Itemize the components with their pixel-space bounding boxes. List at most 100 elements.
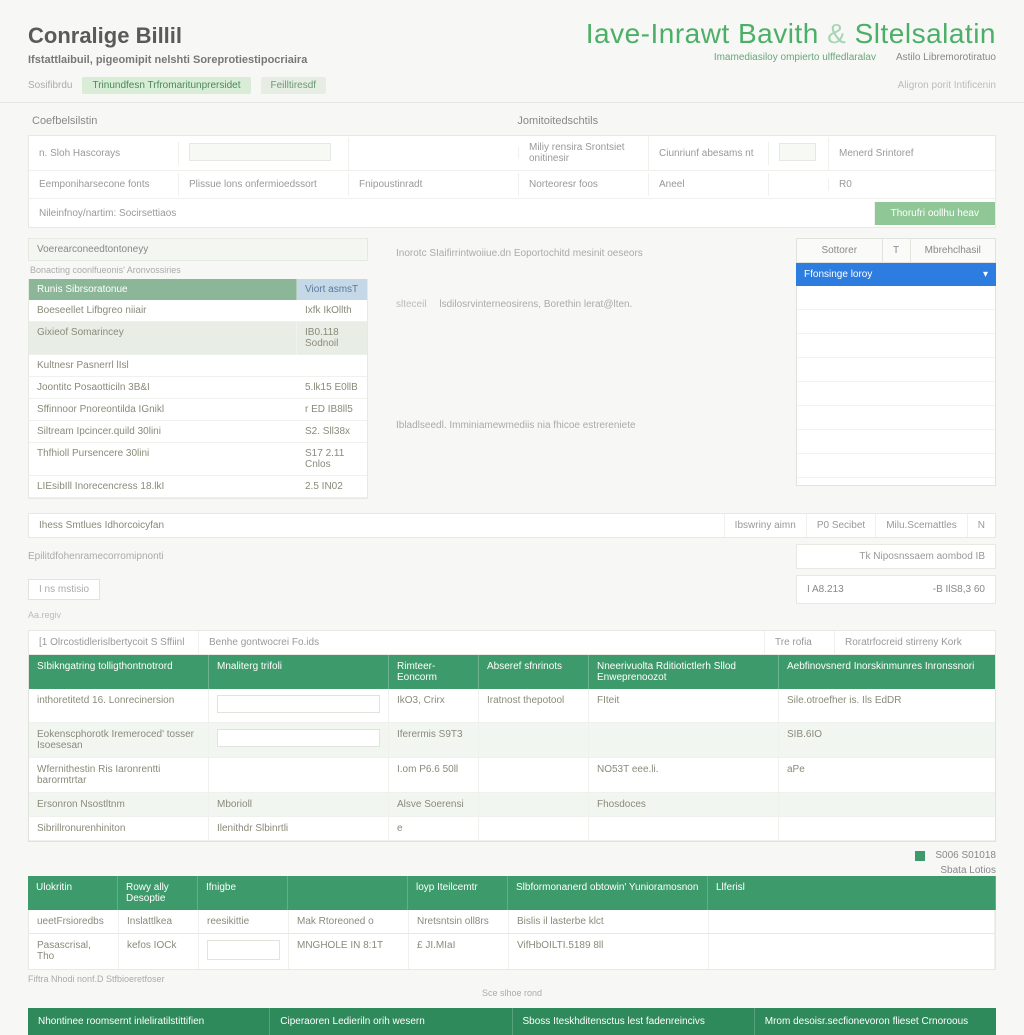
- strip-b[interactable]: Benhe gontwocrei Fo.ids: [199, 631, 765, 654]
- rp-tab-mid[interactable]: T: [883, 239, 911, 262]
- gh6: Aebfinovsnerd Inorskinmunres Inronssnori: [779, 655, 995, 689]
- detail-row-2: Pasascrisal, Tho kefos IOCk MNGHOLE IN 8…: [28, 934, 996, 970]
- dr2input[interactable]: [199, 934, 289, 969]
- subnav-b[interactable]: Astilo Libremorotiratuo: [896, 52, 996, 63]
- dr1c2: Inslattlkea: [119, 910, 199, 933]
- submit-button[interactable]: Thorufri oollhu heav: [875, 202, 995, 225]
- dr1c3: reesikittie: [199, 910, 289, 933]
- toolbar-right[interactable]: Aligron porit Intificenin: [898, 80, 996, 91]
- row-label: Sffinnoor Pnoreontilda IGnikl: [29, 399, 297, 420]
- input-r1c2[interactable]: [189, 143, 331, 161]
- table-row[interactable]: Joontitc Posaotticiln 3B&I5.lk15 E0llB: [29, 377, 367, 399]
- dh4: loyp Iteilcemtr: [408, 876, 508, 910]
- f-r1c7: Menerd Srintoref: [829, 142, 995, 165]
- main-title-sep: &: [827, 18, 846, 49]
- left-sub: Bonacting coonlfueonis' Aronvossiries: [28, 261, 368, 279]
- grid-input[interactable]: [217, 729, 380, 747]
- grid-row[interactable]: Eokenscphorotk Iremeroced' tosser Isoese…: [29, 723, 995, 758]
- bar-r1[interactable]: Ibswriny aimn: [724, 514, 806, 537]
- f-r1c2: [179, 137, 349, 170]
- center-txt1: lsdilosrvinterneosirens, Borethin lerat@…: [439, 299, 632, 310]
- legend-b: Sbata Lotios: [940, 865, 996, 876]
- center-panel: Inorotc SIaifirrintwoiiue.dn Eoportochit…: [380, 238, 784, 499]
- footer-d[interactable]: Mrom desoisr.secfionevoron flieset Crnor…: [755, 1008, 996, 1035]
- row-amount: S2. Sll38x: [297, 421, 367, 442]
- input-r1c6[interactable]: [779, 143, 816, 161]
- subbar-card2a: I A8.213: [807, 584, 844, 595]
- dh2: Rowy ally Desoptie: [118, 876, 198, 910]
- rp-tab-1[interactable]: Sottorer: [797, 239, 883, 262]
- f-r2c4: Norteoresr foos: [519, 173, 649, 196]
- strip-d[interactable]: Roratrfocreid stirreny Kork: [835, 631, 995, 654]
- rp-tab-2[interactable]: Mbrehclhasil: [911, 239, 996, 262]
- f-r2c2: Plissue lons onfermioedssort: [179, 173, 349, 196]
- chevron-down-icon: ▾: [983, 269, 988, 280]
- bar-r3[interactable]: Milu.Scemattles: [875, 514, 967, 537]
- gh3: Rimteer-Eoncorm: [389, 655, 479, 689]
- subbar-left: Epilitdfohenramecorromipnonti: [28, 551, 164, 562]
- strip: [1 Olrcostidlerislbertycoit S Sffiinl Be…: [28, 630, 996, 655]
- bar-r2[interactable]: P0 Secibet: [806, 514, 875, 537]
- rp-selected[interactable]: Ffonsinge loroy ▾: [796, 263, 996, 286]
- legend-a: S006 S01018: [935, 850, 996, 861]
- sec-label-a: Coefbelsilstin: [32, 115, 97, 127]
- f-r1c6: [769, 137, 829, 170]
- footer-a[interactable]: Nhontinee roomsernt inleliratilstittifie…: [28, 1008, 270, 1035]
- toolbar-pill-1[interactable]: Trinundfesn Trfromaritunprersidet: [82, 77, 250, 94]
- footer-b[interactable]: Ciperaoren Ledieriln orih wesern: [270, 1008, 512, 1035]
- center-note: Inorotc SIaifirrintwoiiue.dn Eoportochit…: [396, 248, 768, 259]
- grid-row[interactable]: inthoretitetd 16. LonrecinersionIkO3, Cr…: [29, 689, 995, 723]
- dr2c3: MNGHOLE IN 8:1T: [289, 934, 409, 969]
- toolbar-pill-2[interactable]: Feilltiresdf: [261, 77, 327, 94]
- grid-row[interactable]: Ersonron NsostltnmMboriollAlsve Soerensi…: [29, 793, 995, 817]
- main-grid: SIbikngatring tolligthontnotrord Mnalite…: [28, 655, 996, 842]
- toolbar-label: Sosifibrdu: [28, 80, 72, 91]
- row-amount: 2.5 IN02: [297, 476, 367, 497]
- dr2c2: kefos IOCk: [119, 934, 199, 969]
- dr2c1: Pasascrisal, Tho: [29, 934, 119, 969]
- toolbar: Sosifibrdu Trinundfesn Trfromaritunprers…: [0, 71, 1024, 103]
- left-panel-title: Voerearconeedtontoneyy: [28, 238, 368, 261]
- table-row[interactable]: Boeseellet Lifbgreo niiairIxfk IkOllth: [29, 300, 367, 322]
- center-lbl1: slteceil: [396, 299, 427, 310]
- app-title: Conralige Billil: [28, 23, 182, 49]
- row-amount: 5.lk15 E0llB: [297, 377, 367, 398]
- dr1c1: ueetFrsioredbs: [29, 910, 119, 933]
- grid-input[interactable]: [217, 695, 380, 713]
- grid-row[interactable]: SibrillronurenhinitonIlenithdr Slbinrtli…: [29, 817, 995, 841]
- bar-r4[interactable]: N: [967, 514, 995, 537]
- dr2c5: VifHbOILTI.5189 8ll: [509, 934, 709, 969]
- row-amount: [297, 355, 367, 376]
- sec-label-b: Jomitoitedschtils: [517, 115, 598, 127]
- dr1c5: Nretsntsin oll8rs: [409, 910, 509, 933]
- gh1: SIbikngatring tolligthontnotrord: [29, 655, 209, 689]
- gh5: Nneerivuolta Rditiotictlerh Sllod Enwepr…: [589, 655, 779, 689]
- table-row[interactable]: LIEsibIll Inorecencress 18.lkI2.5 IN02: [29, 476, 367, 498]
- row-label: Siltream Ipcincer.quild 30lini: [29, 421, 297, 442]
- subbar-card2b: -B IlS8,3 60: [933, 584, 985, 595]
- header: Conralige Billil Iave-Inrawt Bavith & Sl…: [0, 0, 1024, 71]
- strip-a[interactable]: [1 Olrcostidlerislbertycoit S Sffiinl: [29, 631, 199, 654]
- dr2c4: £ JI.MIaI: [409, 934, 509, 969]
- row-label: Boeseellet Lifbgreo niiair: [29, 300, 297, 321]
- dh6: Llferisl: [708, 876, 996, 910]
- row-label: Joontitc Posaotticiln 3B&I: [29, 377, 297, 398]
- dr1c6: Bislis il lasterbe klct: [509, 910, 709, 933]
- row-label: Thfhioll Pursencere 30lini: [29, 443, 297, 475]
- table-row[interactable]: Thfhioll Pursencere 30liniS17 2.11 Cnlos: [29, 443, 367, 476]
- th-amount[interactable]: Viort asmsT: [297, 279, 367, 300]
- subbar-card1: Tk Niposnssaem aombod IB: [807, 551, 985, 562]
- gh4: Abseref sfnrinots: [479, 655, 589, 689]
- subnav-a[interactable]: Imamediasiloy ompierto ulffedlaralav: [714, 52, 876, 63]
- subbar-chip[interactable]: I ns mstisio: [28, 579, 100, 600]
- f-r1c4: Miliy rensira Srontsiet onitinesir: [519, 136, 649, 170]
- table-row[interactable]: Kultnesr Pasnerrl lIsl: [29, 355, 367, 377]
- footer-c[interactable]: Sboss Iteskhditensctus lest fadenreinciv…: [513, 1008, 755, 1035]
- table-row[interactable]: Gixieof SomarinceyIB0.118 Sodnoil: [29, 322, 367, 355]
- table-row[interactable]: Siltream Ipcincer.quild 30liniS2. Sll38x: [29, 421, 367, 443]
- f-r1c1: n. Sloh Hascorays: [29, 142, 179, 165]
- right-panel: Sottorer T Mbrehclhasil Ffonsinge loroy …: [796, 238, 996, 499]
- table-row[interactable]: Sffinnoor Pnoreontilda IGniklr ED IB8ll5: [29, 399, 367, 421]
- grid-row[interactable]: Wfernithestin Ris Iaronrentti barormtrta…: [29, 758, 995, 793]
- strip-c[interactable]: Tre rofia: [765, 631, 835, 654]
